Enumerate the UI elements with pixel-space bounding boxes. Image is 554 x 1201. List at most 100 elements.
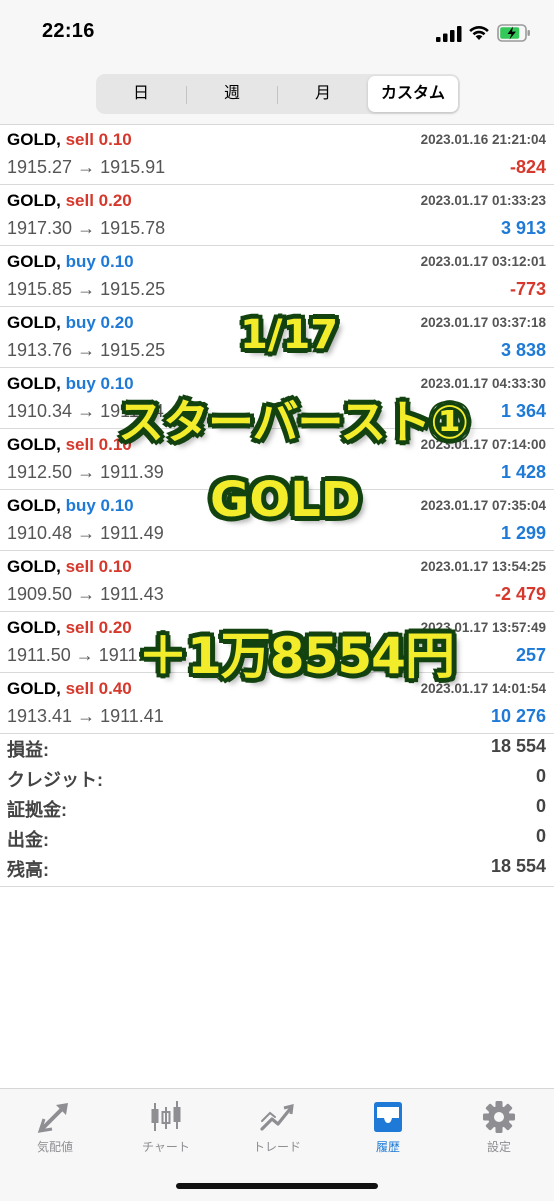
symbol-name: GOLD, <box>7 679 61 698</box>
status-bar: 22:16 <box>0 0 554 68</box>
period-segmented-control: 日 週 月 カスタム <box>96 74 460 114</box>
trade-datetime: 2023.01.17 03:12:01 <box>420 254 546 269</box>
trade-datetime: 2023.01.16 21:21:04 <box>420 132 546 147</box>
period-selector-bar: 日 週 月 カスタム <box>0 68 554 125</box>
symbol-name: GOLD, <box>7 496 61 515</box>
trade-profit: 1 299 <box>500 523 546 543</box>
tab-label: 気配値 <box>36 1140 73 1154</box>
summary-label: 証拠金: <box>7 800 67 820</box>
trade-prices: 1912.50 → 1911.39 <box>7 462 164 482</box>
summary-value: 18 554 <box>490 736 546 756</box>
tab-settings[interactable]: 設定 <box>444 1099 554 1161</box>
overlay-result-text: ＋1万8554円 <box>138 627 455 685</box>
summary-label: クレジット: <box>7 770 103 790</box>
overlay-symbol-text: GOLD <box>210 472 361 528</box>
trade-side-volume: buy 0.10 <box>65 252 134 271</box>
overlay-date-text: 1/17 <box>240 312 339 358</box>
summary-divider <box>0 886 554 887</box>
trade-prices: 1913.76 → 1915.25 <box>7 340 166 360</box>
summary-row-withdrawal: 出金: 0 <box>0 822 554 852</box>
trade-profit: 1 364 <box>500 401 546 421</box>
history-inbox-icon <box>374 1102 402 1132</box>
trade-profit: 257 <box>515 645 546 665</box>
trade-symbol: GOLD, buy 0.10 <box>7 374 134 394</box>
status-time: 22:16 <box>42 20 95 42</box>
tab-label: 設定 <box>486 1140 511 1154</box>
trade-side-volume: sell 0.40 <box>65 679 132 698</box>
summary-row-margin: 証拠金: 0 <box>0 792 554 822</box>
trade-row[interactable]: GOLD, buy 0.10 2023.01.17 03:12:01 1915.85… <box>0 246 554 307</box>
trade-symbol: GOLD, sell 0.20 <box>7 191 132 211</box>
period-tab-custom[interactable]: カスタム <box>368 76 458 112</box>
trade-symbol: GOLD, sell 0.10 <box>7 130 132 150</box>
trade-datetime: 2023.01.17 03:37:18 <box>420 315 546 330</box>
gear-icon <box>483 1101 515 1133</box>
overlay-strategy-text: スターバースト① <box>118 395 469 449</box>
trade-profit: 3 838 <box>500 340 546 360</box>
symbol-name: GOLD, <box>7 374 61 393</box>
summary-row-credit: クレジット: 0 <box>0 762 554 792</box>
trade-symbol: GOLD, buy 0.20 <box>7 313 134 333</box>
summary-label: 残高: <box>7 860 49 880</box>
trade-prices: 1909.50 → 1911.43 <box>7 584 164 604</box>
trade-side-volume: buy 0.20 <box>65 313 134 332</box>
trade-side-volume: sell 0.20 <box>65 618 132 637</box>
symbol-name: GOLD, <box>7 252 61 271</box>
summary-value: 0 <box>535 826 546 846</box>
period-tab-month[interactable]: 月 <box>278 76 368 112</box>
trade-profit: -2 479 <box>494 584 546 604</box>
trade-prices: 1913.41 → 1911.41 <box>7 706 164 726</box>
trade-symbol: GOLD, buy 0.10 <box>7 496 134 516</box>
home-indicator <box>176 1183 378 1189</box>
trade-side-volume: sell 0.10 <box>65 130 132 149</box>
trade-line-icon <box>260 1104 294 1131</box>
symbol-name: GOLD, <box>7 313 61 332</box>
summary-label: 損益: <box>7 740 49 760</box>
trade-side-volume: buy 0.10 <box>65 496 134 515</box>
trade-prices: 1915.85 → 1915.25 <box>7 279 166 299</box>
trade-prices: 1915.27 → 1915.91 <box>7 157 166 177</box>
summary-label: 出金: <box>7 830 49 850</box>
tab-history[interactable]: 履歴 <box>333 1099 443 1161</box>
trade-profit: 1 428 <box>500 462 546 482</box>
trade-symbol: GOLD, sell 0.10 <box>7 435 132 455</box>
battery-charging-icon <box>497 24 530 42</box>
trade-row[interactable]: GOLD, sell 0.10 2023.01.16 21:21:04 1915.2… <box>0 124 554 185</box>
trade-profit: -773 <box>509 279 546 299</box>
trade-datetime: 2023.01.17 13:54:25 <box>420 559 546 574</box>
summary-row-balance: 残高: 18 554 <box>0 852 554 882</box>
quotes-arrows-icon <box>37 1103 68 1133</box>
symbol-name: GOLD, <box>7 130 61 149</box>
trade-datetime: 2023.01.17 01:33:23 <box>420 193 546 208</box>
trade-symbol: GOLD, sell 0.10 <box>7 557 132 577</box>
symbol-name: GOLD, <box>7 435 61 454</box>
trade-profit: 10 276 <box>490 706 546 726</box>
trade-prices: 1917.30 → 1915.78 <box>7 218 166 238</box>
trade-profit: 3 913 <box>500 218 546 238</box>
cellular-signal-icon <box>436 26 462 42</box>
trade-row[interactable]: GOLD, sell 0.10 2023.01.17 13:54:25 1909.5… <box>0 551 554 612</box>
trade-prices: 1910.48 → 1911.49 <box>7 523 164 543</box>
tab-trade[interactable]: トレード <box>222 1099 332 1161</box>
symbol-name: GOLD, <box>7 618 61 637</box>
trade-row[interactable]: GOLD, sell 0.20 2023.01.17 01:33:23 1917.3… <box>0 185 554 246</box>
tab-label: チャート <box>142 1140 190 1154</box>
trade-symbol: GOLD, sell 0.40 <box>7 679 132 699</box>
trade-side-volume: sell 0.20 <box>65 191 132 210</box>
period-tab-day[interactable]: 日 <box>96 76 186 112</box>
summary-value: 0 <box>535 766 546 786</box>
tab-chart[interactable]: チャート <box>111 1099 221 1161</box>
period-tab-week[interactable]: 週 <box>187 76 277 112</box>
symbol-name: GOLD, <box>7 557 61 576</box>
trade-symbol: GOLD, buy 0.10 <box>7 252 134 272</box>
trade-side-volume: sell 0.10 <box>65 557 132 576</box>
symbol-name: GOLD, <box>7 191 61 210</box>
account-summary: 損益: 18 554 クレジット: 0 証拠金: 0 出金: 0 残高: 18 … <box>0 732 554 882</box>
trade-profit: -824 <box>509 157 546 177</box>
summary-row-profit: 損益: 18 554 <box>0 732 554 762</box>
summary-value: 18 554 <box>490 856 546 876</box>
tab-label: トレード <box>252 1140 301 1154</box>
tab-quotes[interactable]: 気配値 <box>0 1099 110 1161</box>
summary-value: 0 <box>535 796 546 816</box>
trade-symbol: GOLD, sell 0.20 <box>7 618 132 638</box>
